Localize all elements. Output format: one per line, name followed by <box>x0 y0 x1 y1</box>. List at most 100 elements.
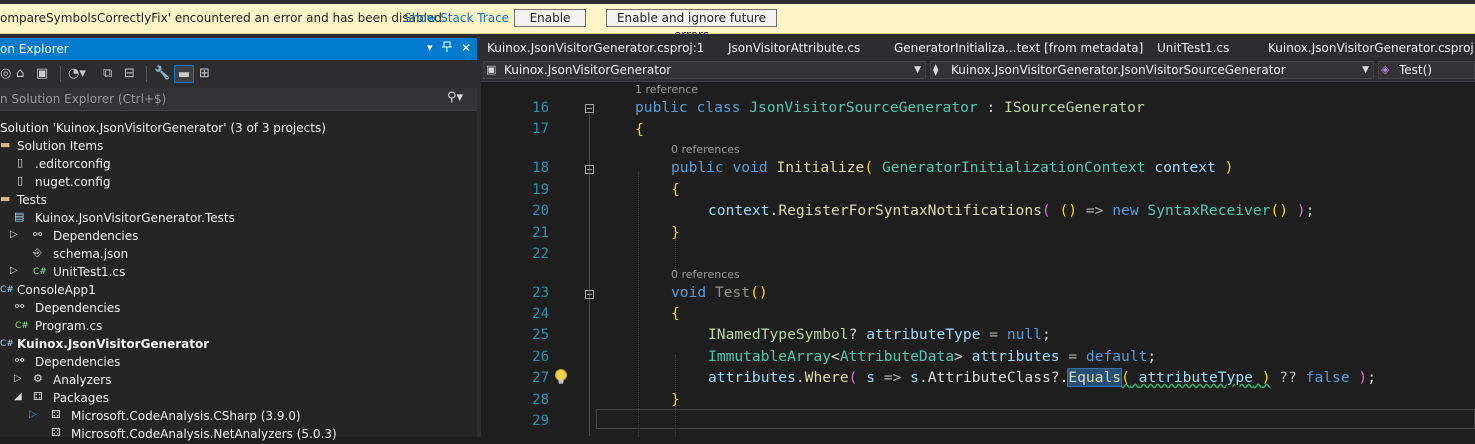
expand-arrow-icon[interactable]: ▷ <box>10 265 18 276</box>
folder-icon: ▬ <box>0 138 11 151</box>
collapse-icon[interactable] <box>585 290 594 299</box>
tree-item-label: Microsoft.CodeAnalysis.NetAnalyzers (5.0… <box>71 427 337 441</box>
code-line: INamedTypeSymbol? attributeType = null; <box>708 326 1051 343</box>
forward-icon[interactable]: ◎ <box>0 65 11 83</box>
tab-generatorinitialization[interactable]: GeneratorInitializa...text [from metadat… <box>894 41 1143 55</box>
selected-method-name: Equals <box>1067 368 1123 387</box>
tree-item-solution[interactable]: Solution 'Kuinox.JsonVisitorGenerator' (… <box>0 120 477 138</box>
method-name: Initialize <box>776 159 865 176</box>
file-icon: ▯ <box>17 174 24 187</box>
code-line: { <box>671 305 680 322</box>
collapse-icon[interactable] <box>585 165 594 174</box>
tree-item-tests-project[interactable]: ▤ Kuinox.JsonVisitorGenerator.Tests <box>0 210 477 228</box>
dependencies-icon: ⚯ <box>15 354 25 367</box>
search-icon[interactable]: ⚲▾ <box>447 90 463 105</box>
tab-csproj-1[interactable]: Kuinox.JsonVisitorGenerator.csproj:1 <box>487 41 704 55</box>
enable-ignore-button[interactable]: Enable and ignore future errors <box>606 9 777 42</box>
collapse-all-icon[interactable]: ⊟ <box>124 65 135 83</box>
tree-item-packages[interactable]: ◢ ⚃ Packages <box>0 390 477 408</box>
tree-item-unittest1[interactable]: ▷ C# UnitTest1.cs <box>0 264 477 282</box>
code-line: attributes.Where( s => s.AttributeClass?… <box>708 368 1376 387</box>
member-dropdown-value: Test() <box>1399 63 1432 77</box>
code-line: } <box>671 224 680 241</box>
preview-selected-items-icon[interactable]: ▬ <box>174 65 194 83</box>
parameter: s <box>910 369 919 386</box>
expand-arrow-icon[interactable]: ▷ <box>14 373 22 384</box>
pending-changes-filter-icon[interactable]: ◔▾ <box>68 65 86 83</box>
tree-item-label: Microsoft.CodeAnalysis.CSharp (3.9.0) <box>71 409 301 423</box>
solution-explorer-search[interactable]: n Solution Explorer (Ctrl+$) ⚲▾ <box>0 88 477 111</box>
local-variable: attributes <box>708 369 796 386</box>
tree-item-solution-items[interactable]: ▬ Solution Items <box>0 138 477 156</box>
tree-item-dependencies[interactable]: ▷ ⚯ Dependencies <box>0 228 477 246</box>
collapse-arrow-icon[interactable]: ◢ <box>14 391 22 402</box>
chevron-down-icon: ▼ <box>1362 65 1369 75</box>
interface-name: ISourceGenerator <box>1004 99 1145 116</box>
expand-arrow-icon[interactable]: ▷ <box>29 409 37 420</box>
search-input[interactable]: n Solution Explorer (Ctrl+$) <box>0 92 166 106</box>
close-icon[interactable]: ✕ <box>461 41 471 55</box>
tree-item-schema-json[interactable]: ⎆ schema.json <box>0 246 477 264</box>
dependencies-icon: ⚯ <box>33 228 43 241</box>
member-dropdown[interactable]: ◈ Test() <box>1378 61 1475 79</box>
tree-item-dependencies[interactable]: ⚯ Dependencies <box>0 354 477 372</box>
collapse-icon[interactable] <box>585 104 594 113</box>
csharp-project-icon: C# <box>0 285 14 295</box>
code-line: { <box>671 181 680 198</box>
code-line: context.RegisterForSyntaxNotifications( … <box>708 202 1315 219</box>
tree-item-package-netanalyzers[interactable]: ⚃ Microsoft.CodeAnalysis.NetAnalyzers (5… <box>0 426 477 444</box>
codelens-reference-count[interactable]: 0 references <box>671 143 740 156</box>
enable-button[interactable]: Enable <box>514 9 586 27</box>
keyword: default <box>1085 348 1148 365</box>
class-view-icon[interactable]: ⊞ <box>199 65 210 83</box>
tab-unittest1[interactable]: UnitTest1.cs <box>1157 41 1229 55</box>
tree-item-analyzers[interactable]: ▷ ⚙ Analyzers <box>0 372 477 390</box>
tree-item-dependencies[interactable]: ⚯ Dependencies <box>0 300 477 318</box>
codelens-reference-count[interactable]: 1 reference <box>635 83 698 96</box>
switch-views-icon[interactable]: ▣ <box>36 65 48 83</box>
expand-arrow-icon[interactable]: ▷ <box>10 229 18 240</box>
tab-jsonvisitorattribute[interactable]: JsonVisitorAttribute.cs <box>728 41 860 55</box>
project-dropdown[interactable]: ▣ Kuinox.JsonVisitorGenerator ▼ <box>483 61 926 79</box>
tree-item-nuget-config[interactable]: ▯ nuget.config <box>0 174 477 192</box>
test-project-icon: ▤ <box>14 210 25 223</box>
csharp-file-icon: C# <box>15 321 29 331</box>
properties-wrench-icon[interactable]: 🔧 <box>154 65 170 83</box>
home-icon[interactable]: ⌂ <box>16 65 24 83</box>
tree-item-editorconfig[interactable]: ▯ .editorconfig <box>0 156 477 174</box>
tree-item-consoleapp1[interactable]: C# ConsoleApp1 <box>0 282 477 300</box>
parameter: s <box>866 369 875 386</box>
tree-item-program-cs[interactable]: C# Program.cs <box>0 318 477 336</box>
lightbulb-icon[interactable] <box>554 369 568 385</box>
codelens-reference-count[interactable]: 0 references <box>671 268 740 281</box>
method-name: Where <box>804 369 849 386</box>
tree-item-label: Tests <box>17 193 47 207</box>
window-position-dropdown-icon[interactable]: ▾ <box>427 41 433 54</box>
sync-active-document-icon[interactable]: ⧉ <box>103 65 112 83</box>
tree-item-package-csharp[interactable]: ▷ ⚃ Microsoft.CodeAnalysis.CSharp (3.9.0… <box>0 408 477 426</box>
tab-csproj-2[interactable]: Kuinox.JsonVisitorGenerator.csproj:2 <box>1268 41 1475 55</box>
class-icon: ⧫ <box>933 63 939 76</box>
local-variable: attributeType <box>866 326 981 343</box>
keyword: public <box>635 99 688 116</box>
fold-gutter-line <box>589 114 590 436</box>
show-stack-trace-link[interactable]: Show Stack Trace <box>404 11 509 25</box>
line-number: 16 <box>532 100 549 116</box>
tree-item-label: Packages <box>53 391 109 405</box>
tree-item-main-project[interactable]: C# Kuinox.JsonVisitorGenerator <box>0 336 477 354</box>
indent-guide <box>638 172 639 437</box>
tree-item-label: Kuinox.JsonVisitorGenerator.Tests <box>35 211 235 225</box>
pin-icon[interactable] <box>442 41 452 56</box>
tree-item-label: .editorconfig <box>35 157 111 171</box>
local-variable: attributeType <box>1138 369 1253 386</box>
tree-item-tests-folder[interactable]: ▬ Tests <box>0 192 477 210</box>
line-number: 26 <box>532 349 549 365</box>
code-area[interactable]: 16 17 18 19 20 21 22 23 24 25 26 27 28 2… <box>481 81 1475 437</box>
chevron-down-icon: ▼ <box>914 65 921 75</box>
type-dropdown[interactable]: ⧫ Kuinox.JsonVisitorGenerator.JsonVisito… <box>930 61 1374 79</box>
tree-item-label: schema.json <box>53 247 129 261</box>
solution-explorer-toolbar: ◎ ⌂ ▣ ◔▾ ⧉ ⊟ 🔧 ▬ ⊞ <box>0 60 477 88</box>
tree-item-label: ConsoleApp1 <box>17 283 96 297</box>
error-infobar: ompareSymbolsCorrectlyFix' encountered a… <box>0 4 1475 42</box>
code-line: void Test() <box>671 284 768 301</box>
